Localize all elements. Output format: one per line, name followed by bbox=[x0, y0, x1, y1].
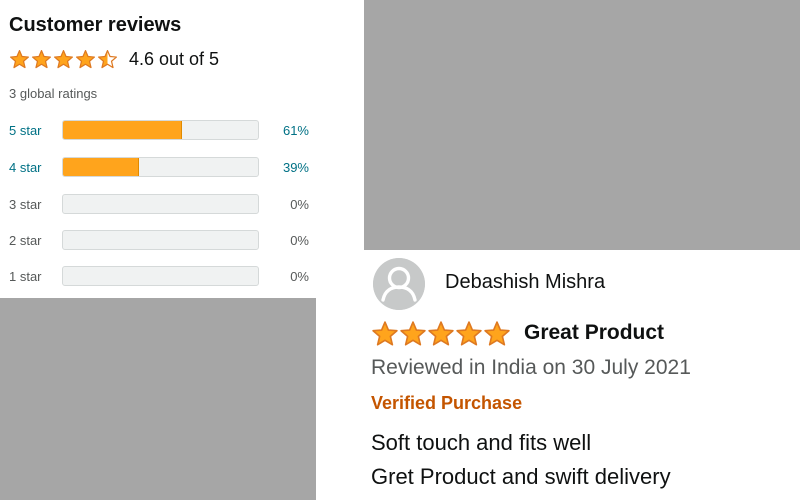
star-icon bbox=[9, 49, 30, 70]
star-icon bbox=[97, 49, 118, 70]
default-avatar-icon[interactable] bbox=[373, 258, 425, 310]
star-icon bbox=[9, 49, 30, 69]
histogram-bar bbox=[62, 266, 259, 286]
star-icon bbox=[97, 49, 118, 69]
review-date: Reviewed in India on 30 July 2021 bbox=[371, 356, 691, 379]
histogram-bar[interactable] bbox=[62, 157, 259, 177]
review-rating-stars[interactable] bbox=[371, 320, 511, 348]
star-icon bbox=[371, 320, 399, 348]
histogram-bar bbox=[62, 194, 259, 214]
histogram-fill bbox=[63, 121, 182, 139]
star-icon bbox=[427, 320, 455, 348]
panel-title: Customer reviews bbox=[9, 14, 182, 36]
star-icon bbox=[399, 320, 427, 348]
histogram-label: 1 star bbox=[9, 269, 42, 284]
review-body-line: Soft touch and fits well bbox=[371, 430, 592, 455]
star-icon bbox=[455, 320, 483, 348]
reviewer-name[interactable]: Debashish Mishra bbox=[445, 271, 605, 294]
histogram-percent: 0% bbox=[290, 269, 309, 284]
histogram-row-3-star: 3 star 0% bbox=[9, 194, 309, 216]
histogram-percent: 0% bbox=[290, 197, 309, 212]
star-icon bbox=[400, 321, 426, 346]
histogram-row-1-star: 1 star 0% bbox=[9, 266, 309, 288]
histogram-fill bbox=[63, 158, 140, 176]
star-icon bbox=[75, 49, 96, 69]
histogram-label[interactable]: 5 star bbox=[9, 123, 42, 138]
star-icon bbox=[31, 49, 52, 70]
review-body-line: Gret Product and swift delivery bbox=[371, 464, 671, 489]
star-icon bbox=[31, 49, 52, 69]
star-icon bbox=[372, 321, 398, 346]
histogram-row-2-star: 2 star 0% bbox=[9, 230, 309, 252]
star-icon bbox=[428, 321, 454, 346]
histogram-label: 3 star bbox=[9, 197, 42, 212]
star-icon bbox=[53, 49, 74, 70]
star-icon bbox=[484, 321, 510, 346]
star-icon bbox=[75, 49, 96, 70]
average-rating-text: 4.6 out of 5 bbox=[129, 49, 220, 69]
histogram-percent[interactable]: 39% bbox=[283, 160, 309, 175]
histogram-label: 2 star bbox=[9, 233, 42, 248]
review-title[interactable]: Great Product bbox=[524, 321, 664, 345]
histogram-row-5-star[interactable]: 5 star 61% bbox=[9, 120, 309, 142]
star-icon bbox=[53, 49, 74, 69]
global-ratings-count: 3 global ratings bbox=[9, 86, 98, 101]
histogram-row-4-star[interactable]: 4 star 39% bbox=[9, 157, 309, 179]
histogram-percent[interactable]: 61% bbox=[283, 123, 309, 138]
histogram-label[interactable]: 4 star bbox=[9, 160, 42, 175]
histogram-percent: 0% bbox=[290, 233, 309, 248]
verified-purchase-badge: Verified Purchase bbox=[371, 393, 523, 413]
ratings-summary-panel: Customer reviews 4.6 out of 5 3 global r… bbox=[0, 0, 364, 298]
histogram-bar[interactable] bbox=[62, 120, 259, 140]
star-icon bbox=[456, 321, 482, 346]
average-rating-stars bbox=[9, 49, 119, 70]
star-icon bbox=[483, 320, 511, 348]
histogram-bar bbox=[62, 230, 259, 250]
average-rating-row[interactable]: 4.6 out of 5 bbox=[9, 49, 219, 70]
